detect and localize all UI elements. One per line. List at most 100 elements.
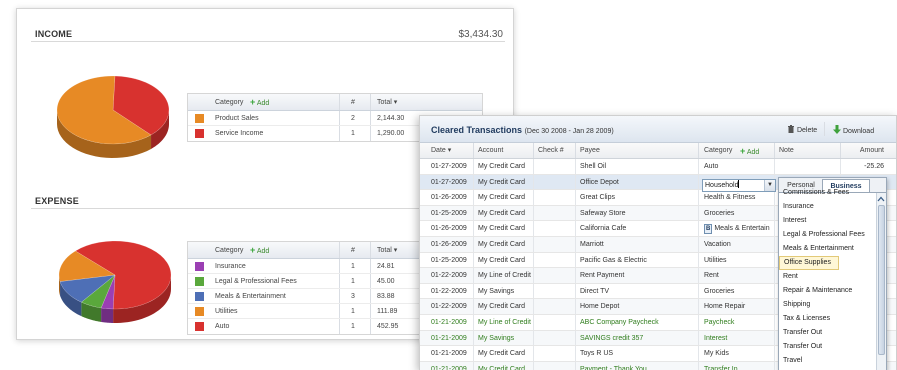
tx-date: 01-26-2009 <box>431 240 467 248</box>
tx-account: My Credit Card <box>478 365 526 370</box>
tx-date: 01-25-2009 <box>431 209 467 217</box>
category-option[interactable]: Transfer Out <box>779 326 877 340</box>
tx-payee: Marriott <box>580 240 604 248</box>
tx-payee: Pacific Gas & Electric <box>580 256 647 264</box>
tx-account: My Credit Card <box>478 163 526 170</box>
category-name: Auto <box>215 323 230 330</box>
col-check[interactable]: Check # <box>538 143 564 159</box>
tx-date: 01-26-2009 <box>431 194 467 202</box>
tx-date: 01-21-2009 <box>431 365 467 370</box>
col-category[interactable]: Category <box>704 143 732 159</box>
category-total: 45.00 <box>377 278 395 285</box>
expense-add-category-link[interactable]: + Add <box>250 242 269 260</box>
tx-account: My Credit Card <box>478 209 526 217</box>
tx-category[interactable]: Vacation <box>704 237 731 253</box>
scroll-thumb[interactable] <box>878 205 885 355</box>
col-note[interactable]: Note <box>779 143 794 159</box>
income-col-category: Category <box>215 99 244 106</box>
category-total: 83.88 <box>377 293 395 300</box>
tx-category[interactable]: Paycheck <box>704 315 734 331</box>
download-arrow-icon <box>833 125 841 134</box>
tx-category[interactable]: My Kids <box>704 346 729 362</box>
expense-col-category: Category <box>215 247 244 254</box>
tx-category[interactable]: Home Repair <box>704 299 745 315</box>
tx-category[interactable]: Utilities <box>704 253 727 269</box>
category-options: Commissions & Fees Insurance Interest Legal… <box>779 186 877 368</box>
tx-date: 01-26-2009 <box>431 225 467 233</box>
pie-slice-side <box>101 307 114 323</box>
tx-payee: Direct TV <box>580 287 610 295</box>
income-add-category-link[interactable]: + Add <box>250 94 269 112</box>
tx-payee: Home Depot <box>580 303 620 311</box>
tx-category[interactable]: Groceries <box>704 284 734 300</box>
tx-account: My Line of Credit <box>478 272 531 280</box>
tx-date: 01-21-2009 <box>431 334 467 342</box>
category-option[interactable]: Rent <box>779 270 877 284</box>
dropdown-scrollbar[interactable] <box>876 193 886 370</box>
category-option[interactable]: Meals & Entertainment <box>779 242 877 256</box>
tx-payee: Toys R US <box>580 350 614 358</box>
tx-account: My Savings <box>478 334 515 342</box>
tx-category[interactable]: Rent <box>704 268 719 284</box>
category-option[interactable]: Commissions & Fees <box>779 186 877 200</box>
tx-category[interactable]: Health & Fitness <box>704 190 755 206</box>
tx-account: My Credit Card <box>478 178 526 186</box>
text-cursor <box>738 180 740 188</box>
tx-payee: Rent Payment <box>580 272 625 280</box>
category-total: 111.89 <box>377 308 398 315</box>
category-count: 2 <box>351 115 355 122</box>
color-swatch <box>195 114 204 123</box>
col-date-sort[interactable]: Date ▾ <box>431 143 451 159</box>
col-amount[interactable]: Amount <box>860 143 884 159</box>
income-col-total-sort[interactable]: Total ▾ <box>377 94 397 111</box>
category-option[interactable]: Transfer Out <box>779 340 877 354</box>
category-total: 1,290.00 <box>377 130 405 137</box>
category-option[interactable]: Shipping <box>779 298 877 312</box>
tx-date: 01-21-2009 <box>431 350 467 358</box>
category-name: Service Income <box>215 130 264 137</box>
tx-account: My Savings <box>478 287 515 295</box>
category-select[interactable]: Household ▼ <box>702 179 776 192</box>
col-account[interactable]: Account <box>478 143 503 159</box>
category-option[interactable]: Insurance <box>779 200 877 214</box>
expense-col-total-sort[interactable]: Total ▾ <box>377 242 397 259</box>
category-count: 1 <box>351 308 355 315</box>
category-option[interactable]: Legal & Professional Fees <box>779 228 877 242</box>
scroll-up-icon[interactable] <box>877 195 885 203</box>
tx-category[interactable]: B Meals & Entertain <box>704 221 770 237</box>
download-button[interactable]: Download <box>833 125 874 135</box>
tx-category[interactable]: Interest <box>704 331 727 347</box>
tx-payee: Safeway Store <box>580 209 626 217</box>
tx-account: My Credit Card <box>478 303 526 311</box>
tx-date: 01-21-2009 <box>431 318 467 326</box>
tx-category[interactable]: Transfer In <box>704 362 738 370</box>
tx-category[interactable]: Auto <box>704 159 718 175</box>
tx-date: 01-22-2009 <box>431 303 467 311</box>
tx-payee: California Cafe <box>580 225 627 233</box>
plus-icon: + <box>250 245 256 255</box>
category-option[interactable]: Office Supplies <box>779 256 839 270</box>
category-dropdown: Personal Business Commissions & Fees Insu… <box>778 177 887 370</box>
color-swatch <box>195 322 204 331</box>
tx-category[interactable]: Groceries <box>704 206 734 222</box>
trash-icon <box>788 125 794 133</box>
tx-payee: Payment - Thank You <box>580 365 647 370</box>
tx-account: My Credit Card <box>478 350 526 358</box>
cleared-header: Cleared Transactions (Dec 30 2008 - Jan … <box>420 116 896 143</box>
color-swatch <box>195 262 204 271</box>
tx-account: My Credit Card <box>478 256 526 264</box>
income-table-header: Category + Add # Total ▾ <box>188 94 482 111</box>
plus-icon: + <box>740 146 746 156</box>
col-payee[interactable]: Payee <box>580 143 600 159</box>
tx-payee: ABC Company Paycheck <box>580 318 659 326</box>
category-option[interactable]: Tax & Licenses <box>779 312 877 326</box>
delete-button[interactable]: Delete <box>787 125 817 134</box>
tx-payee: Shell Oil <box>580 163 607 170</box>
tx-payee: Great Clips <box>580 194 616 202</box>
transaction-row[interactable]: 01-27-2009 My Credit Card Shell Oil Auto -25… <box>420 159 896 175</box>
chevron-down-icon[interactable]: ▼ <box>764 180 775 191</box>
category-option[interactable]: Interest <box>779 214 877 228</box>
category-option[interactable]: Travel <box>779 354 877 368</box>
expense-title: EXPENSE <box>35 196 79 206</box>
category-option[interactable]: Repair & Maintenance <box>779 284 877 298</box>
